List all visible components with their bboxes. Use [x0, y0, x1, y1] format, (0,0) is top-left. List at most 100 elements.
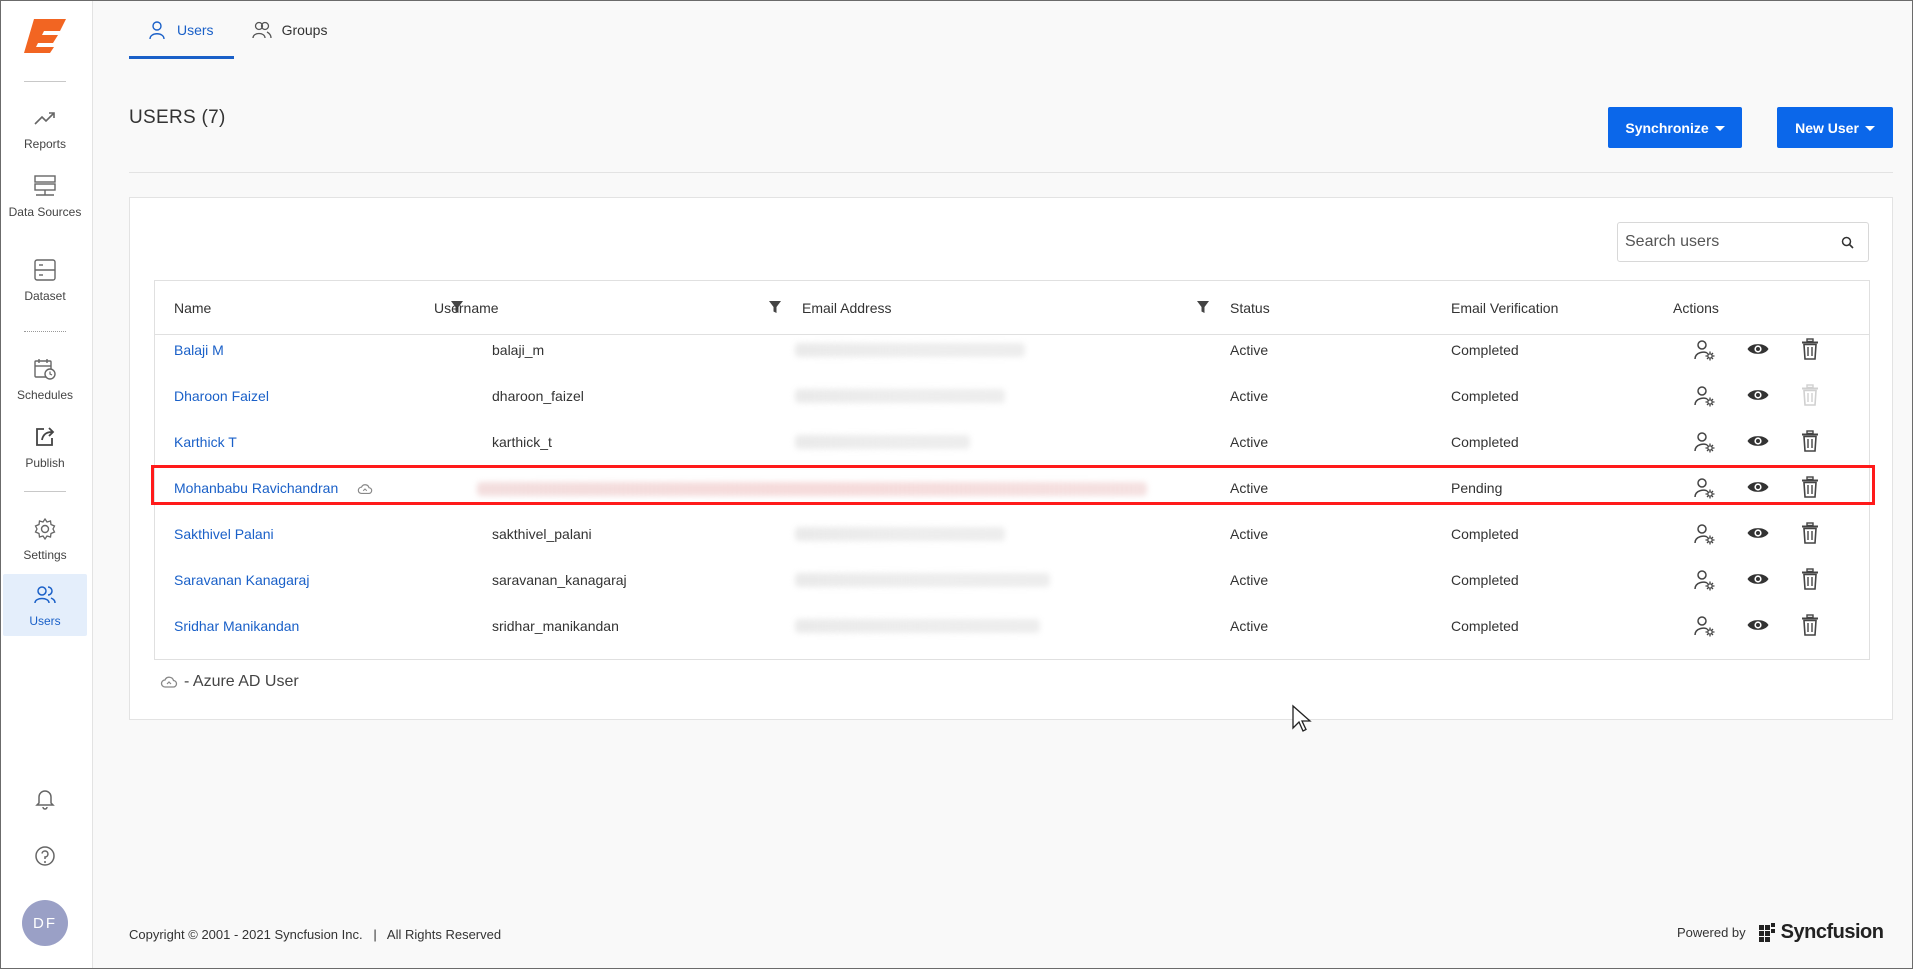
user-settings-icon[interactable]	[1692, 522, 1716, 546]
username-cell: saravanan_kanagaraj	[492, 572, 627, 588]
status-cell: Active	[1230, 618, 1269, 634]
sidebar-divider	[24, 81, 66, 82]
trash-icon[interactable]	[1798, 337, 1822, 361]
cloud-icon	[160, 676, 178, 688]
tab-label: Users	[177, 22, 214, 38]
user-settings-icon[interactable]	[1692, 384, 1716, 408]
avatar[interactable]: DF	[22, 900, 68, 946]
eye-icon[interactable]	[1746, 567, 1770, 591]
user-settings-icon[interactable]	[1692, 338, 1716, 362]
user-settings-icon[interactable]	[1692, 430, 1716, 454]
users-table: Name Username Email Address Status Email…	[151, 280, 1875, 660]
divider	[129, 172, 1893, 173]
table-row: Karthick T karthick_t Active Completed	[155, 419, 1869, 465]
sidebar-item-reports[interactable]: Reports	[3, 97, 87, 159]
status-cell: Active	[1230, 342, 1269, 358]
sidebar-item-label: Publish	[25, 456, 65, 470]
help-icon[interactable]	[31, 842, 59, 870]
search-icon[interactable]	[1841, 236, 1854, 249]
redacted-email	[795, 527, 1005, 541]
syncfusion-logo[interactable]: Syncfusion	[1758, 921, 1884, 944]
users-icon	[34, 586, 56, 604]
sidebar-item-publish[interactable]: Publish	[3, 416, 87, 478]
status-cell: Active	[1230, 434, 1269, 450]
email-verification-cell: Pending	[1451, 480, 1503, 496]
user-name-link[interactable]: Saravanan Kanagaraj	[174, 557, 309, 603]
caret-down-icon	[1864, 126, 1875, 131]
trash-icon[interactable]	[1798, 429, 1822, 453]
username-cell: dharoon_faizel	[492, 388, 584, 404]
users-icon	[251, 21, 272, 39]
page-title: USERS (7)	[129, 107, 226, 128]
filter-icon[interactable]	[768, 300, 782, 314]
filter-icon[interactable]	[1196, 300, 1210, 314]
synchronize-button[interactable]: Synchronize	[1608, 107, 1742, 148]
user-settings-icon[interactable]	[1692, 476, 1716, 500]
sidebar-item-users[interactable]: Users	[3, 574, 87, 636]
user-name-link[interactable]: Karthick T	[174, 419, 237, 465]
table-row: Sakthivel Palani sakthivel_palani Active Co…	[155, 511, 1869, 557]
email-verification-cell: Completed	[1451, 388, 1519, 404]
user-name-link[interactable]: Dharoon Faizel	[174, 373, 269, 419]
trash-icon[interactable]	[1798, 567, 1822, 591]
user-name-link[interactable]: Sridhar Manikandan	[174, 603, 299, 649]
user-settings-icon[interactable]	[1692, 568, 1716, 592]
app-logo-icon[interactable]	[20, 15, 72, 55]
sidebar: Reports Data Sources Dataset Schedules P…	[1, 1, 93, 968]
eye-icon[interactable]	[1746, 613, 1770, 637]
server-icon	[34, 175, 56, 196]
sidebar-item-label: Users	[29, 614, 61, 628]
gear-icon	[34, 517, 56, 541]
search-input[interactable]	[1618, 233, 1828, 251]
caret-down-icon	[1714, 126, 1725, 131]
eye-icon[interactable]	[1746, 521, 1770, 545]
tab-users[interactable]: Users	[129, 1, 234, 59]
email-verification-cell: Completed	[1451, 572, 1519, 588]
trash-icon[interactable]	[1798, 613, 1822, 637]
brand-name: Syncfusion	[1780, 921, 1884, 943]
top-tabs: Users Groups	[129, 1, 347, 59]
azure-legend: - Azure AD User	[160, 673, 299, 691]
eye-icon[interactable]	[1746, 383, 1770, 407]
search-box	[1617, 222, 1869, 262]
sidebar-item-schedules[interactable]: Schedules	[3, 348, 87, 410]
status-cell: Active	[1230, 388, 1269, 404]
footer-powered-by: Powered by Syncfusion	[1677, 921, 1884, 944]
users-card: Name Username Email Address Status Email…	[129, 197, 1893, 720]
user-icon	[149, 21, 165, 40]
syncfusion-logo-icon	[1758, 922, 1775, 942]
sidebar-item-label: Reports	[23, 137, 67, 151]
trend-line-icon	[34, 112, 55, 125]
new-user-button[interactable]: New User	[1777, 107, 1893, 148]
user-name-link[interactable]: Mohanbabu Ravichandran	[174, 465, 338, 511]
eye-icon[interactable]	[1746, 429, 1770, 453]
trash-icon[interactable]	[1798, 521, 1822, 545]
user-settings-icon[interactable]	[1692, 614, 1716, 638]
sidebar-item-label: Data Sources	[8, 205, 82, 219]
username-cell: karthick_t	[492, 434, 552, 450]
sidebar-item-dataset[interactable]: Dataset	[3, 249, 87, 311]
button-label: Synchronize	[1625, 119, 1709, 136]
tab-groups[interactable]: Groups	[234, 1, 348, 59]
redacted-email	[795, 343, 1025, 357]
eye-icon[interactable]	[1746, 475, 1770, 499]
status-cell: Active	[1230, 526, 1269, 542]
table-row: Mohanbabu Ravichandran Active Pending	[155, 465, 1869, 511]
user-name-link[interactable]: Balaji M	[174, 327, 224, 373]
eye-icon[interactable]	[1746, 337, 1770, 361]
table-row: Balaji M balaji_m Active Completed	[155, 327, 1869, 373]
sidebar-item-data-sources[interactable]: Data Sources	[3, 165, 87, 227]
redacted-email	[795, 619, 1040, 633]
trash-icon[interactable]	[1798, 475, 1822, 499]
email-verification-cell: Completed	[1451, 618, 1519, 634]
table-row: Saravanan Kanagaraj saravanan_kanagaraj Ac…	[155, 557, 1869, 603]
sidebar-item-label: Dataset	[24, 289, 66, 303]
sidebar-item-label: Schedules	[16, 388, 74, 402]
redacted-area	[477, 482, 1147, 496]
redacted-email	[795, 389, 1005, 403]
sidebar-item-label: Settings	[23, 548, 67, 562]
sidebar-item-settings[interactable]: Settings	[3, 508, 87, 570]
legend-text: - Azure AD User	[184, 673, 299, 690]
user-name-link[interactable]: Sakthivel Palani	[174, 511, 274, 557]
bell-icon[interactable]	[31, 784, 59, 812]
